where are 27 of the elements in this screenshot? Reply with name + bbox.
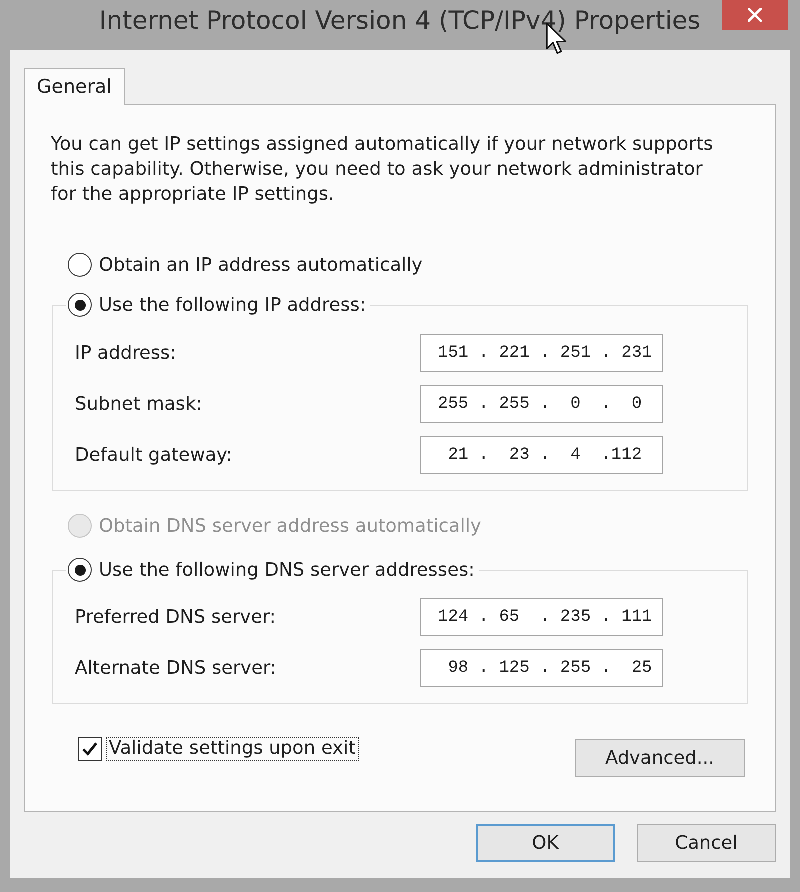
radio-button[interactable] <box>68 293 92 317</box>
ip-address-field[interactable]: 255 . 255 . 0 . 0 <box>420 385 663 423</box>
ip-address-field[interactable]: 124 . 65 . 235 . 111 <box>420 598 663 636</box>
checkbox-label[interactable]: Validate settings upon exit <box>106 737 359 761</box>
cancel-button[interactable]: Cancel <box>637 824 776 862</box>
checkbox[interactable] <box>78 737 102 761</box>
ip-address-field[interactable]: 151 . 221 . 251 . 231 <box>420 334 663 372</box>
radio-label[interactable]: Use the following IP address: <box>99 294 366 316</box>
field-label: Alternate DNS server: <box>75 658 278 678</box>
close-icon <box>748 8 762 22</box>
ok-button[interactable]: OK <box>476 824 615 862</box>
advanced-button[interactable]: Advanced... <box>575 739 745 777</box>
ip-address-field[interactable]: 98 . 125 . 255 . 25 <box>420 649 663 687</box>
close-button[interactable] <box>722 0 788 30</box>
radio-label[interactable]: Use the following DNS server addresses: <box>99 560 475 580</box>
window-title: Internet Protocol Version 4 (TCP/IPv4) Properties <box>99 6 701 36</box>
check-icon <box>82 742 98 756</box>
field-label: IP address: <box>75 342 178 364</box>
tab[interactable]: General <box>24 68 125 105</box>
field-label: Default gateway: <box>75 444 234 466</box>
description-text: You can get IP settings assigned automatically if your network supports this capability. Otherwise, you need to ask your network administrator for the appropriate IP settings. <box>51 133 714 207</box>
radio-button[interactable] <box>68 253 92 277</box>
radio-label[interactable]: Obtain an IP address automatically <box>99 254 423 276</box>
radio-button[interactable] <box>68 558 92 582</box>
field-label: Preferred DNS server: <box>75 606 277 628</box>
ip-address-field[interactable]: 21 . 23 . 4 .112 <box>420 436 663 474</box>
field-label: Subnet mask: <box>75 394 204 414</box>
